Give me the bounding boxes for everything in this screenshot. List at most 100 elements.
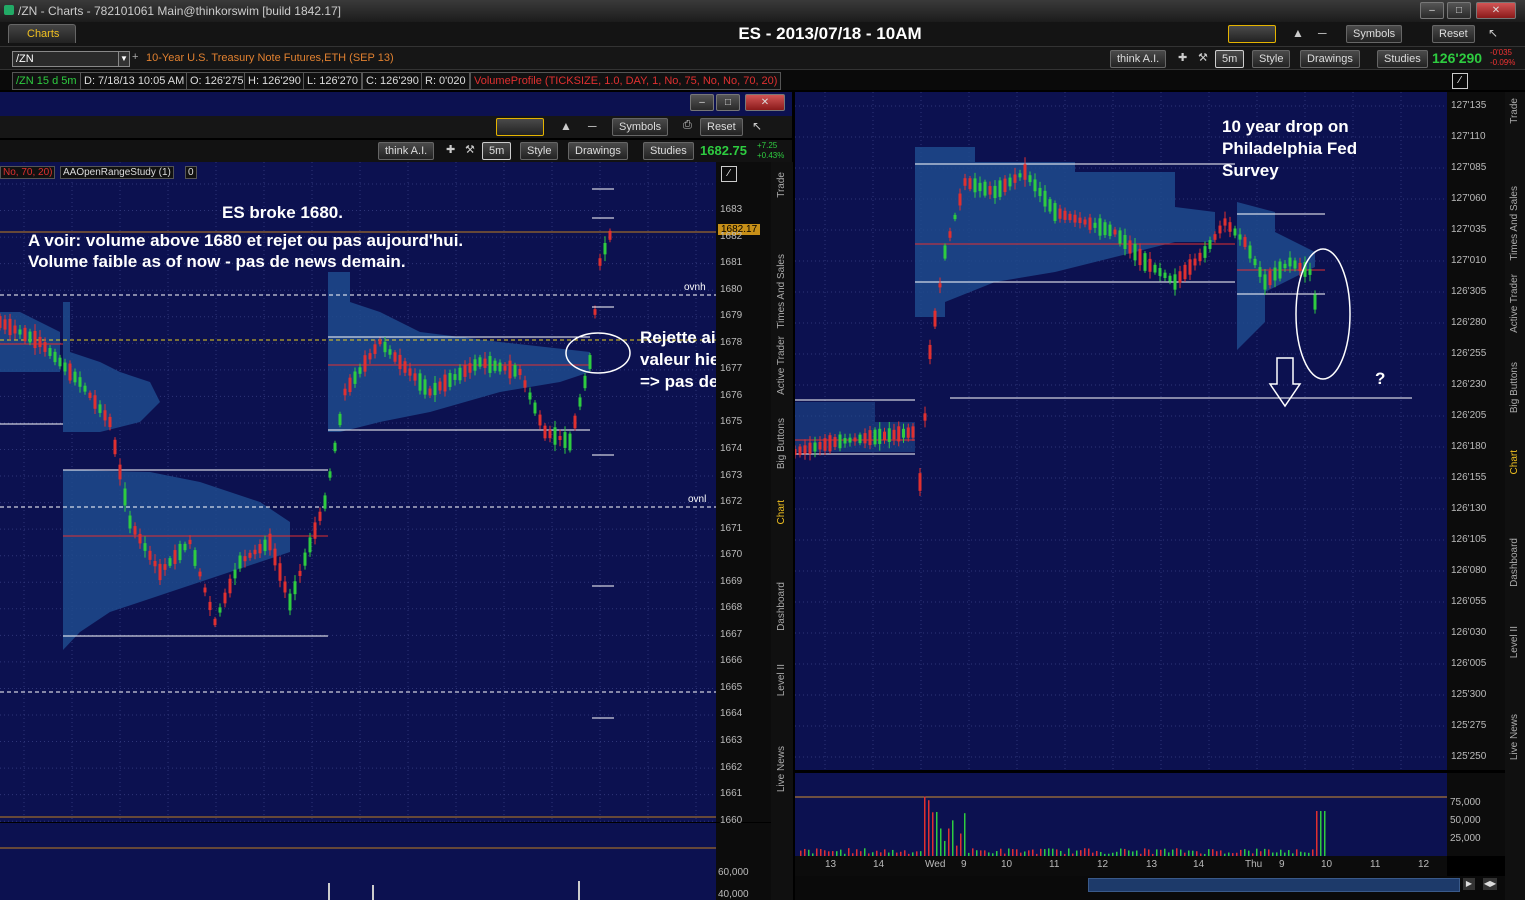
candle-body: [458, 367, 462, 381]
side-tab-times-and-sales[interactable]: Times And Sales: [1509, 186, 1520, 261]
style-button[interactable]: Style: [1252, 50, 1291, 68]
side-tab-big-buttons[interactable]: Big Buttons: [1509, 362, 1520, 413]
left-reset-button[interactable]: Reset: [700, 118, 743, 136]
note-survey: Survey: [1222, 161, 1279, 180]
left-maximize-button[interactable]: □: [716, 94, 740, 111]
candle-body: [398, 354, 402, 370]
candle-body: [998, 180, 1002, 197]
left-close-button[interactable]: ✕: [745, 94, 785, 111]
left-link-icon[interactable]: ─: [588, 119, 597, 133]
window-title: /ZN - Charts - 782101061 Main@thinkorswi…: [18, 4, 342, 18]
candle-body: [1058, 208, 1062, 219]
minimize-button[interactable]: –: [1420, 2, 1444, 19]
volume-bar: [1208, 849, 1210, 856]
think-ai-button[interactable]: think A.I.: [1110, 50, 1167, 68]
side-tab-level-ii[interactable]: Level II: [1509, 626, 1520, 658]
candle-body: [253, 549, 257, 555]
left-drawings-button[interactable]: Drawings: [568, 142, 628, 160]
candle-body: [803, 445, 807, 454]
link-icon[interactable]: ─: [1318, 26, 1327, 40]
candle-body: [1248, 245, 1252, 259]
side-tab-active-trader[interactable]: Active Trader: [776, 336, 787, 395]
candle-body: [948, 231, 952, 238]
side-tab-live-news[interactable]: Live News: [1509, 714, 1520, 760]
crosshair-icon[interactable]: ✚: [1178, 51, 1187, 64]
right-price-axis[interactable]: 127'135 127'110 127'085 127'060 127'035 127'0…: [1447, 92, 1505, 770]
time-axis-label: 10: [1321, 859, 1333, 870]
left-print-icon[interactable]: ⎙: [683, 119, 692, 132]
side-tab-chart[interactable]: Chart: [1509, 450, 1520, 474]
candle-body: [1233, 228, 1237, 236]
candle-body: [233, 569, 237, 579]
drawings-button[interactable]: Drawings: [1300, 50, 1360, 68]
close-button[interactable]: ✕: [1476, 2, 1516, 19]
volume-bar: [1088, 848, 1090, 856]
bell-icon[interactable]: ▲: [1292, 26, 1304, 40]
side-tab-level-ii[interactable]: Level II: [776, 664, 787, 696]
symbols-button[interactable]: Symbols: [1346, 25, 1403, 43]
candle-body: [508, 360, 512, 379]
left-period-button[interactable]: 5m: [482, 142, 512, 160]
candle-body: [1038, 187, 1042, 197]
left-color-selector[interactable]: [496, 118, 544, 136]
side-tab-dashboard[interactable]: Dashboard: [1509, 538, 1520, 587]
candle-body: [823, 438, 827, 451]
open-cell: O: 126'275: [186, 72, 248, 90]
left-pin-icon[interactable]: ↖: [752, 119, 762, 133]
right-price-chart[interactable]: 10 year drop on Philadelphia Fed Survey …: [795, 92, 1447, 770]
left-price-axis[interactable]: ∕ 1682.17 1683 1682 1681 1680 1679 1678 1677 16…: [716, 162, 771, 826]
left-crosshair-icon[interactable]: ✚: [446, 143, 455, 156]
price-axis-label: 1677: [720, 363, 743, 375]
studies-button[interactable]: Studies: [1377, 50, 1428, 68]
candle-body: [108, 416, 112, 428]
side-tab-chart[interactable]: Chart: [776, 500, 787, 524]
note-philadelphia-fed: Philadelphia Fed: [1222, 139, 1358, 158]
symbol-input[interactable]: /ZN: [12, 51, 120, 67]
pin-icon[interactable]: ↖: [1488, 26, 1498, 40]
volume-bar: [1296, 849, 1298, 856]
price-axis-label: 127'010: [1451, 255, 1487, 266]
left-minimize-button[interactable]: –: [690, 94, 714, 111]
left-style-button[interactable]: Style: [520, 142, 559, 160]
side-tab-trade[interactable]: Trade: [776, 172, 787, 198]
reset-button[interactable]: Reset: [1432, 25, 1475, 43]
scrollbar-thumb[interactable]: [1088, 878, 1460, 892]
side-tab-dashboard[interactable]: Dashboard: [776, 582, 787, 631]
left-think-ai-button[interactable]: think A.I.: [378, 142, 435, 160]
candle-body: [88, 392, 92, 398]
symbol-plus-icon[interactable]: +: [132, 51, 138, 63]
maximize-button[interactable]: □: [1447, 2, 1471, 19]
volume-bar: [944, 840, 946, 856]
candle-body: [68, 363, 72, 381]
side-tab-active-trader[interactable]: Active Trader: [1509, 274, 1520, 333]
candle-body: [348, 377, 352, 393]
left-price-chart[interactable]: No, 70, 20) AAOpenRangeStudy (1) 0 ovnh …: [0, 162, 716, 822]
volume-bar: [956, 845, 958, 856]
left-bell-icon[interactable]: ▲: [560, 119, 572, 133]
candle-body: [988, 186, 992, 195]
color-selector[interactable]: [1228, 25, 1276, 43]
side-tab-times-and-sales[interactable]: Times And Sales: [776, 254, 787, 329]
candle-body: [928, 344, 932, 360]
tab-charts[interactable]: Charts: [8, 24, 76, 43]
side-tab-live-news[interactable]: Live News: [776, 746, 787, 792]
left-chart-settings-icon[interactable]: ∕: [721, 166, 737, 182]
symbol-dropdown-icon[interactable]: ▼: [118, 51, 130, 67]
right-volume-axis: 75,000 50,000 25,000: [1447, 773, 1505, 856]
chart-settings-icon[interactable]: ∕: [1452, 73, 1468, 89]
candle-body: [43, 342, 47, 352]
wrench-icon[interactable]: ⚒: [1198, 51, 1208, 64]
period-button[interactable]: 5m: [1215, 50, 1245, 68]
candle-body: [1293, 260, 1297, 269]
candle-body: [198, 571, 202, 577]
side-tab-trade[interactable]: Trade: [1509, 98, 1520, 124]
left-studies-button[interactable]: Studies: [643, 142, 694, 160]
scroll-right-icon[interactable]: ▶: [1463, 878, 1475, 890]
volume-bar: [1144, 848, 1146, 856]
right-scrollbar[interactable]: ▶ ◀▶: [795, 876, 1505, 900]
left-wrench-icon[interactable]: ⚒: [465, 143, 475, 156]
candle-body: [968, 178, 972, 190]
left-symbols-button[interactable]: Symbols: [612, 118, 669, 136]
side-tab-big-buttons[interactable]: Big Buttons: [776, 418, 787, 469]
zoom-icon[interactable]: ◀▶: [1483, 878, 1497, 890]
